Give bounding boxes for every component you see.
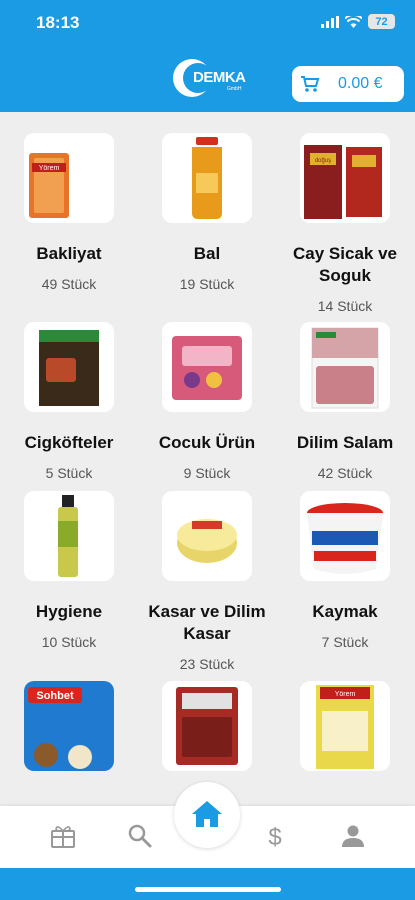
category-count: 10 Stück [41,634,97,650]
category-card-dilim-salam[interactable]: Dilim Salam 42 Stück [285,322,405,482]
status-time: 18:13 [36,13,80,32]
category-count: 5 Stück [45,465,93,481]
battery-indicator: 72 [368,14,395,29]
category-image [24,322,114,412]
category-count: 42 Stück [317,465,373,481]
category-count: 7 Stück [321,634,369,650]
honey-bottle-image [192,137,222,219]
wifi-icon [345,15,362,28]
status-bar: 18:13 72 [0,0,415,46]
logo-subtext: GmbH [227,86,242,92]
product-bag-image: Yörem [29,153,69,218]
category-image [162,681,252,771]
home-button[interactable] [174,782,240,848]
category-name: Hygiene [35,602,103,621]
category-name: Bal [193,244,221,263]
category-name: Kasar ve Dilim Kasar [148,602,266,643]
category-card-cocuk-urun[interactable]: Cocuk Ürün 9 Stück [147,322,267,482]
cheese-pack-image: Yörem [316,685,374,769]
candy-pack-image [172,336,242,400]
bottom-system-bar [0,868,415,900]
product-brand-label: Yörem [335,691,356,698]
category-card-cay[interactable]: doğuş Cay Sicak ve Soguk 14 Stück [285,133,405,315]
category-count: 9 Stück [183,465,231,481]
app-header: 18:13 72 DEMKA GmbH 0.00 € [0,0,415,112]
category-image [300,491,390,581]
category-card-sohbet[interactable]: Sohbet [9,681,129,801]
cigkofte-pack-image [39,330,99,406]
category-image [162,133,252,223]
search-icon[interactable] [126,822,154,850]
cart-total: 0.00 € [338,75,383,92]
category-image: Yörem [300,681,390,771]
status-icons: 72 [321,14,395,29]
cream-tub-image [307,503,383,574]
category-name: Bakliyat [36,244,102,263]
product-brand-label: Yörem [39,165,60,172]
cart-button[interactable]: 0.00 € [292,66,404,102]
cheese-wheel-image [177,519,237,563]
coffee-pack-image: Sohbet [24,681,114,771]
category-name: Cay Sicak ve Soguk [293,244,397,285]
meat-pack-image [176,687,238,765]
category-image [162,322,252,412]
category-image [300,322,390,412]
category-count: 23 Stück [179,656,235,672]
category-image: Yörem [24,133,114,223]
cart-icon [301,76,320,92]
category-count: 49 Stück [41,276,97,292]
category-image [24,491,114,581]
category-count: 14 Stück [317,298,373,314]
category-card-bakliyat[interactable]: Yörem Bakliyat 49 Stück [9,133,129,293]
signal-icon [321,15,339,28]
category-count: 19 Stück [179,276,235,292]
gift-icon[interactable] [49,822,77,850]
dollar-icon[interactable]: $ [261,822,289,850]
category-card-cigkofteler[interactable]: Cigköfteler 5 Stück [9,322,129,482]
category-image [162,491,252,581]
category-image: doğuş [300,133,390,223]
tea-box-image: doğuş [304,145,382,219]
category-card-kaymak[interactable]: Kaymak 7 Stück [285,491,405,651]
category-card-bal[interactable]: Bal 19 Stück [147,133,267,293]
category-name: Cocuk Ürün [158,433,256,452]
home-icon [192,801,222,827]
logo-text: DEMKA [193,69,246,86]
category-name: Dilim Salam [296,433,394,452]
home-indicator [135,887,281,892]
spray-bottle-image [58,495,78,577]
product-brand-label: doğuş [315,158,331,164]
category-card-kasar[interactable]: Kasar ve Dilim Kasar 23 Stück [147,491,267,673]
person-icon[interactable] [339,822,367,850]
category-grid: Yörem Bakliyat 49 Stück Bal 19 Stück doğ… [0,112,415,806]
salami-pack-image [311,327,379,409]
product-brand-label: Sohbet [36,690,74,702]
category-name: Cigköfteler [24,433,114,452]
category-card-hygiene[interactable]: Hygiene 10 Stück [9,491,129,651]
category-image: Sohbet [24,681,114,771]
category-name: Kaymak [312,602,378,621]
category-card-yorem[interactable]: Yörem [285,681,405,801]
svg-text:$: $ [268,824,281,850]
